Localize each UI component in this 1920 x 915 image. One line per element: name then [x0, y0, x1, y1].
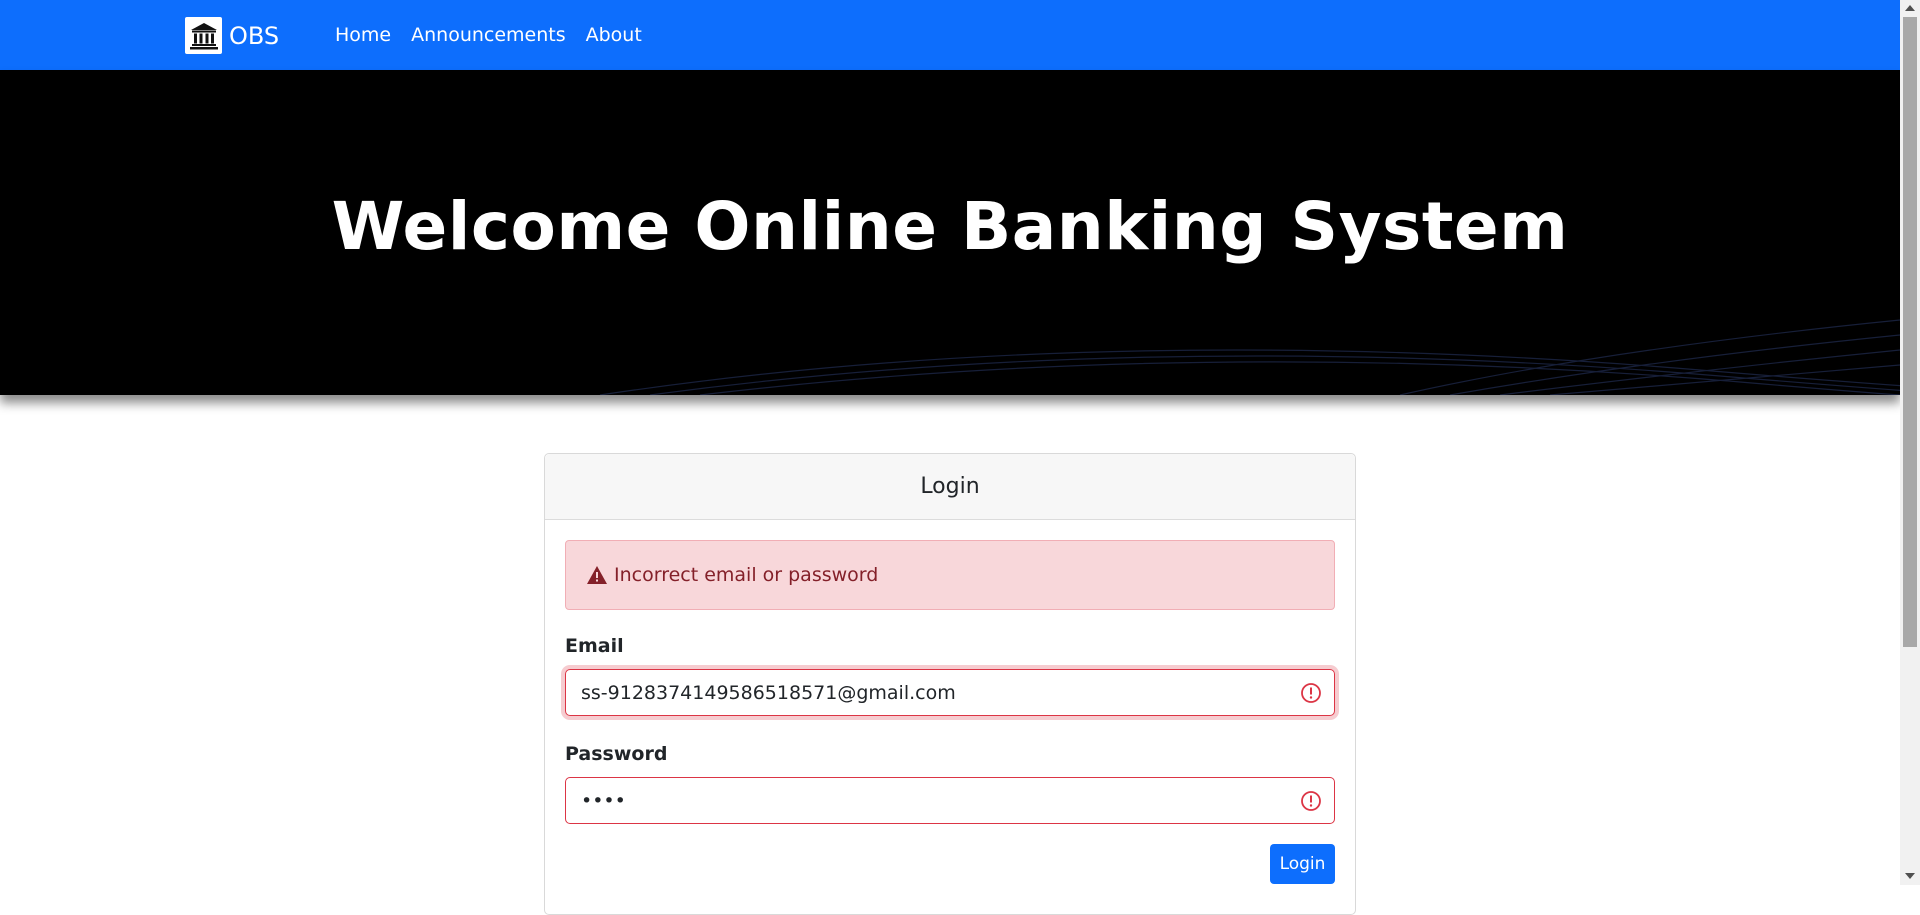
brand-name: OBS — [229, 21, 280, 50]
scrollbar-thumb[interactable] — [1903, 17, 1917, 647]
password-field[interactable] — [566, 778, 1334, 823]
vertical-scrollbar[interactable] — [1900, 0, 1920, 885]
login-card: Login Incorrect email or password Email … — [544, 453, 1356, 915]
error-alert: Incorrect email or password — [565, 540, 1335, 610]
password-field-wrapper — [565, 777, 1335, 824]
email-field[interactable] — [566, 670, 1334, 715]
error-alert-text: Incorrect email or password — [614, 564, 879, 586]
nav-link-announcements[interactable]: Announcements — [411, 24, 566, 46]
brand-link[interactable]: OBS — [185, 17, 279, 54]
nav-link-about[interactable]: About — [586, 24, 642, 46]
nav-links: Home Announcements About — [335, 0, 642, 70]
exclamation-circle-icon — [1301, 683, 1321, 703]
nav-link-home[interactable]: Home — [335, 24, 391, 46]
warning-triangle-icon — [586, 565, 608, 585]
email-label: Email — [565, 635, 624, 657]
email-field-wrapper — [565, 669, 1335, 716]
exclamation-circle-icon — [1301, 791, 1321, 811]
scroll-down-arrow-icon[interactable] — [1905, 873, 1915, 879]
login-card-body: Incorrect email or password Email Passwo… — [545, 520, 1355, 904]
form-actions: Login — [565, 844, 1335, 884]
scroll-up-arrow-icon[interactable] — [1905, 5, 1915, 11]
hero-title: Welcome Online Banking System — [331, 188, 1569, 265]
hero-banner: Welcome Online Banking System — [0, 70, 1900, 395]
bank-icon — [185, 17, 222, 54]
top-navbar: OBS Home Announcements About — [0, 0, 1900, 70]
login-button[interactable]: Login — [1270, 844, 1335, 884]
login-card-header: Login — [545, 454, 1355, 520]
password-label: Password — [565, 743, 668, 765]
